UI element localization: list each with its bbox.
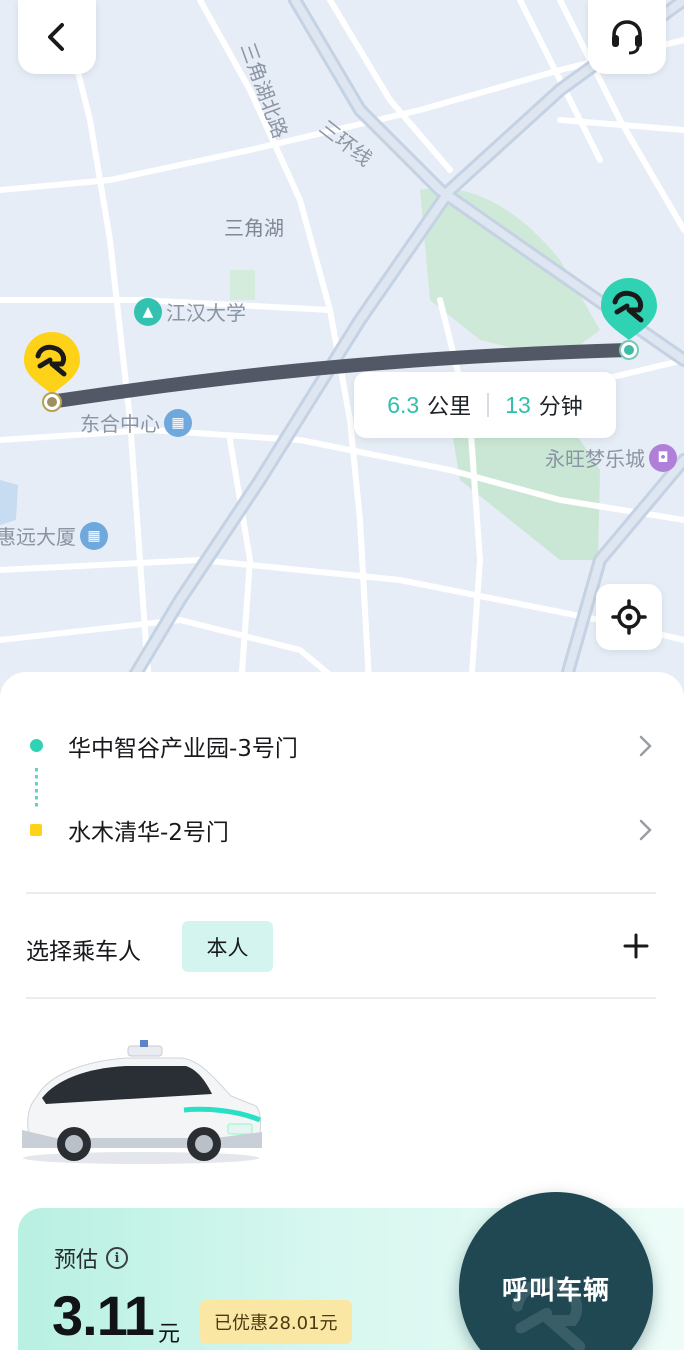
estimated-price: 3.11 bbox=[52, 1284, 155, 1347]
divider bbox=[26, 892, 656, 894]
discount-badge: 已优惠28.01元 bbox=[200, 1300, 352, 1344]
poi-university[interactable]: ▲ 江汉大学 bbox=[134, 297, 246, 326]
distance-unit: 公里 bbox=[427, 394, 472, 419]
graduation-cap-icon: ▲ bbox=[134, 297, 162, 326]
poi-mall[interactable]: 永旺梦乐城 ◘ bbox=[545, 443, 677, 472]
time-unit: 分钟 bbox=[538, 394, 583, 419]
customer-service-button[interactable] bbox=[588, 0, 666, 74]
info-icon[interactable]: i bbox=[106, 1247, 129, 1269]
time-value: 13 bbox=[505, 391, 531, 418]
call-vehicle-label: 呼叫车辆 bbox=[501, 1276, 610, 1306]
pickup-pin[interactable] bbox=[22, 330, 82, 418]
locate-button[interactable] bbox=[596, 584, 662, 650]
dropoff-address-row[interactable]: 水木清华-2号门 bbox=[0, 800, 684, 860]
map-view[interactable]: 三角湖北路 三环线 三角湖 ▲ 江汉大学 东合中心 ▦ 永旺梦乐城 ◘ 惠远大厦… bbox=[0, 0, 684, 700]
add-passenger-button[interactable] bbox=[620, 930, 652, 962]
passenger-label: 选择乘车人 bbox=[26, 939, 141, 965]
pickup-address-row[interactable]: 华中智谷产业园-3号门 bbox=[0, 716, 684, 776]
chevron-right-icon bbox=[639, 819, 652, 841]
poi-label: 江汉大学 bbox=[166, 301, 246, 325]
robotaxi-logo-icon bbox=[24, 332, 80, 412]
passenger-chip-self[interactable]: 本人 bbox=[182, 921, 273, 972]
poi-building[interactable]: 惠远大厦 ▦ bbox=[0, 521, 108, 550]
price-currency: 元 bbox=[158, 1322, 181, 1347]
area-label: 三角湖 bbox=[224, 216, 284, 240]
robotaxi-logo-icon bbox=[601, 278, 657, 360]
building-icon: ▦ bbox=[80, 521, 108, 550]
map-roads bbox=[0, 0, 684, 700]
estimate-label: 预估 bbox=[54, 1248, 99, 1273]
pickup-address: 华中智谷产业园-3号门 bbox=[68, 736, 298, 762]
poi-label: 永旺梦乐城 bbox=[545, 447, 645, 471]
vehicle-image bbox=[22, 1040, 262, 1164]
dropoff-square-icon bbox=[30, 824, 42, 836]
divider bbox=[26, 997, 656, 999]
estimate-label-row[interactable]: 预估 i bbox=[54, 1242, 129, 1274]
distance-value: 6.3 bbox=[387, 391, 420, 418]
poi-label: 惠远大厦 bbox=[0, 525, 76, 549]
chevron-right-icon bbox=[639, 735, 652, 757]
separator bbox=[487, 393, 490, 417]
headset-icon bbox=[612, 20, 642, 55]
route-info-bubble: 6.3 公里 13 分钟 bbox=[354, 372, 616, 438]
poi-center[interactable]: 东合中心 ▦ bbox=[80, 408, 192, 437]
back-button[interactable] bbox=[18, 0, 96, 74]
chevron-left-icon bbox=[48, 23, 64, 51]
dropoff-pin[interactable] bbox=[598, 276, 660, 366]
building-icon: ▦ bbox=[164, 408, 192, 437]
poi-label: 东合中心 bbox=[80, 412, 160, 436]
dropoff-address: 水木清华-2号门 bbox=[68, 820, 229, 846]
crosshair-icon bbox=[611, 599, 647, 635]
pickup-dot-icon bbox=[30, 739, 43, 752]
shopping-bag-icon: ◘ bbox=[649, 443, 677, 472]
